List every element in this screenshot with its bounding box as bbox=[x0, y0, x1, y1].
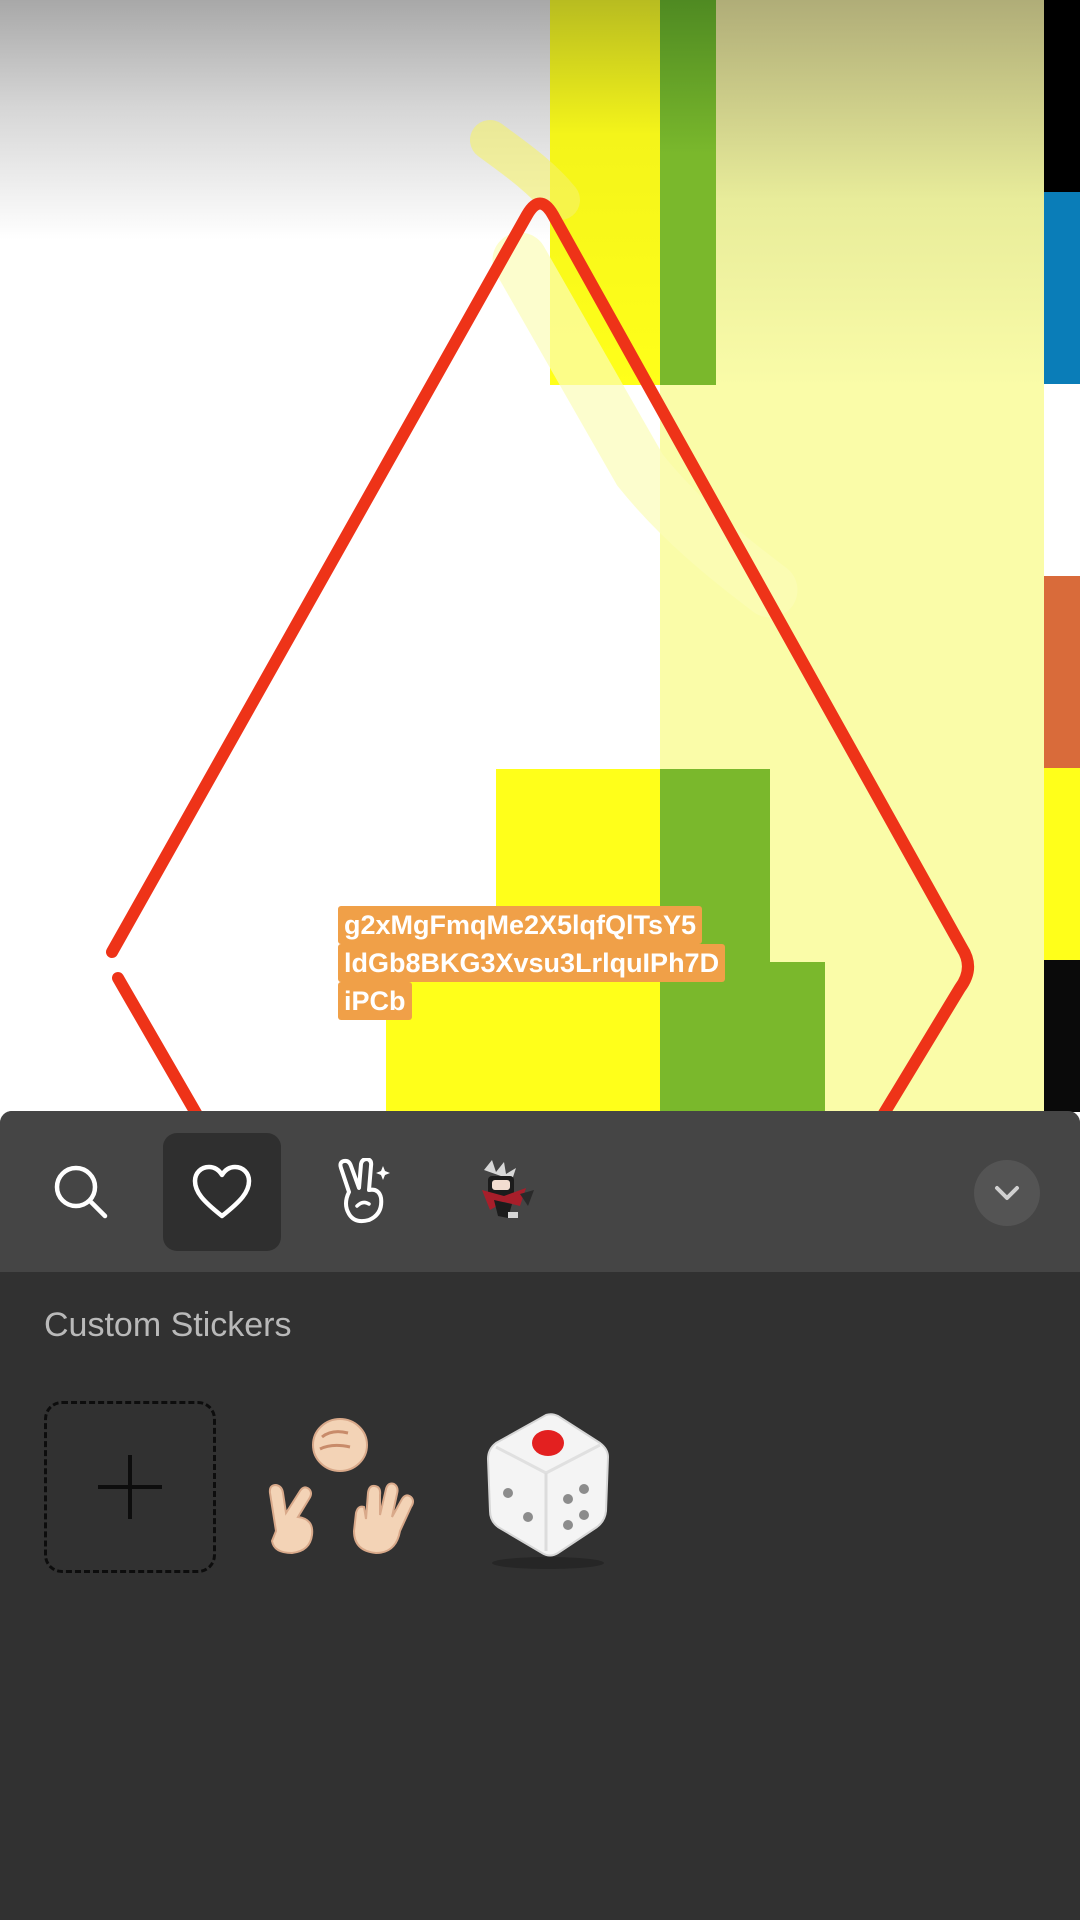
peace-hand-icon bbox=[338, 1158, 390, 1224]
caption-line: g2xMgFmqMe2X5lqfQlTsY5 bbox=[338, 906, 703, 944]
collapse-panel-button[interactable] bbox=[974, 1160, 1040, 1226]
character-sticker-icon bbox=[482, 1160, 534, 1218]
tab-character-pack[interactable] bbox=[445, 1133, 563, 1251]
chevron-down-icon bbox=[995, 1186, 1019, 1200]
search-icon bbox=[54, 1165, 108, 1219]
sticker-rock-paper-scissors[interactable] bbox=[252, 1401, 424, 1573]
tab-search[interactable] bbox=[22, 1133, 140, 1251]
tab-gestures[interactable] bbox=[304, 1133, 422, 1251]
tab-favorites[interactable] bbox=[163, 1133, 281, 1251]
section-title: Custom Stickers bbox=[44, 1306, 292, 1344]
sticker-toolbar bbox=[0, 1111, 1080, 1272]
caption-line: iPCb bbox=[338, 982, 412, 1020]
heart-icon bbox=[192, 1164, 252, 1219]
plus-icon bbox=[98, 1455, 162, 1519]
dice-icon bbox=[486, 1413, 610, 1569]
rock-paper-scissors-icon bbox=[268, 1418, 414, 1555]
canvas-text-caption[interactable]: g2xMgFmqMe2X5lqfQlTsY5 ldGb8BKG3Xvsu3Lrl… bbox=[338, 906, 738, 1020]
add-sticker-button[interactable] bbox=[44, 1401, 216, 1573]
caption-line: ldGb8BKG3Xvsu3LrlquIPh7D bbox=[338, 944, 726, 982]
drawing-canvas[interactable]: g2xMgFmqMe2X5lqfQlTsY5 ldGb8BKG3Xvsu3Lrl… bbox=[0, 0, 1080, 1112]
sticker-panel: Custom Stickers bbox=[0, 1111, 1080, 1920]
sticker-dice[interactable] bbox=[460, 1401, 632, 1573]
